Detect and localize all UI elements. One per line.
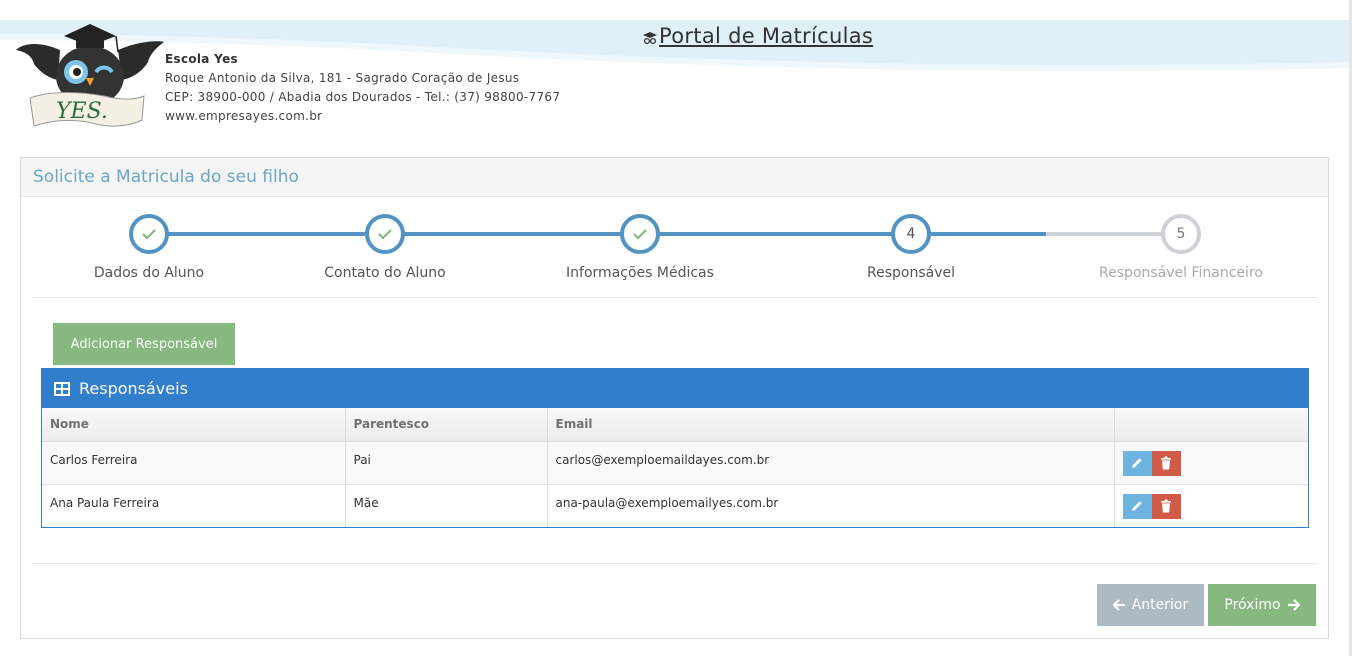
col-nome: Nome <box>42 408 346 442</box>
check-icon <box>378 229 392 240</box>
cell-parentesco: Mãe <box>345 484 548 527</box>
step-label: Informações Médicas <box>566 265 714 281</box>
trash-icon <box>1161 499 1171 513</box>
responsibles-widget: Responsáveis Nome Parentesco Email Carlo… <box>41 368 1309 528</box>
step-circle <box>365 214 405 254</box>
table-header-row: Nome Parentesco Email <box>42 408 1308 442</box>
pencil-icon <box>1132 501 1142 511</box>
col-actions <box>1114 408 1308 442</box>
step-circle: 4 <box>891 214 931 254</box>
arrow-left-icon <box>1112 599 1126 611</box>
arrow-right-icon <box>1287 599 1300 611</box>
edit-button[interactable] <box>1122 493 1152 519</box>
step-label: Responsável Financeiro <box>1099 265 1263 281</box>
school-info: Escola Yes Roque Antonio da Silva, 181 -… <box>165 50 560 126</box>
pencil-icon <box>1132 458 1142 468</box>
responsibles-header: Responsáveis <box>42 369 1308 408</box>
previous-label: Anterior <box>1131 597 1189 613</box>
cell-nome: Carlos Ferreira <box>42 441 346 485</box>
step-label: Contato do Aluno <box>324 265 446 281</box>
table-row: Ana Paula Ferreira Mãe ana-paula@exemplo… <box>42 484 1308 527</box>
cell-email: carlos@exemploemaildayes.com.br <box>547 441 1115 485</box>
school-website: www.empresayes.com.br <box>165 109 323 123</box>
cell-actions <box>1114 441 1308 485</box>
school-logo: YES. <box>16 24 164 127</box>
responsibles-table: Nome Parentesco Email Carlos Ferreira Pa… <box>42 408 1308 527</box>
enrollment-panel: Solicite a Matricula do seu filho Dados … <box>20 157 1329 639</box>
cell-actions <box>1114 484 1308 527</box>
next-label: Próximo <box>1224 597 1281 613</box>
school-cep: CEP: 38900-000 / Abadia dos Dourados - T… <box>165 90 561 104</box>
cell-email: ana-paula@exemploemailyes.com.br <box>547 484 1115 527</box>
logo-text: YES. <box>56 99 108 124</box>
edit-button[interactable] <box>1122 450 1152 476</box>
delete-button[interactable] <box>1151 493 1181 519</box>
step-circle <box>620 214 660 254</box>
step-label: Responsável <box>867 265 955 281</box>
step-circle <box>129 214 169 254</box>
table-icon <box>54 381 70 396</box>
panel-title: Solicite a Matricula do seu filho <box>21 158 1328 197</box>
portal-title-text: Portal de Matrículas <box>659 24 874 48</box>
cell-nome: Ana Paula Ferreira <box>42 484 346 527</box>
col-email: Email <box>547 408 1115 442</box>
wizard-steps: Dados do Aluno Contato do Aluno Informaç… <box>33 198 1317 298</box>
table-row: Carlos Ferreira Pai carlos@exemploemaild… <box>42 441 1308 485</box>
responsibles-title: Responsáveis <box>79 379 188 398</box>
check-icon <box>142 229 156 240</box>
wizard-step-3[interactable]: Informações Médicas <box>540 214 740 281</box>
school-address: Roque Antonio da Silva, 181 - Sagrado Co… <box>165 71 520 85</box>
cell-parentesco: Pai <box>345 441 548 485</box>
next-button[interactable]: Próximo <box>1208 584 1316 626</box>
check-icon <box>633 229 647 240</box>
wizard-step-1[interactable]: Dados do Aluno <box>49 214 249 281</box>
col-parentesco: Parentesco <box>345 408 548 442</box>
add-responsible-button[interactable]: Adicionar Responsável <box>53 323 235 365</box>
school-name: Escola Yes <box>165 52 238 66</box>
delete-button[interactable] <box>1151 450 1181 476</box>
step-label: Dados do Aluno <box>93 265 205 281</box>
graduation-icon <box>642 29 658 45</box>
step-circle: 5 <box>1161 214 1201 254</box>
trash-icon <box>1161 456 1171 470</box>
footer-divider <box>33 563 1317 564</box>
portal-title-link[interactable]: Portal de Matrículas <box>642 24 873 48</box>
previous-button[interactable]: Anterior <box>1097 584 1204 626</box>
wizard-step-2[interactable]: Contato do Aluno <box>285 214 485 281</box>
wizard-step-4[interactable]: 4 Responsável <box>811 214 1011 281</box>
wizard-step-5[interactable]: 5 Responsável Financeiro <box>1081 214 1281 281</box>
